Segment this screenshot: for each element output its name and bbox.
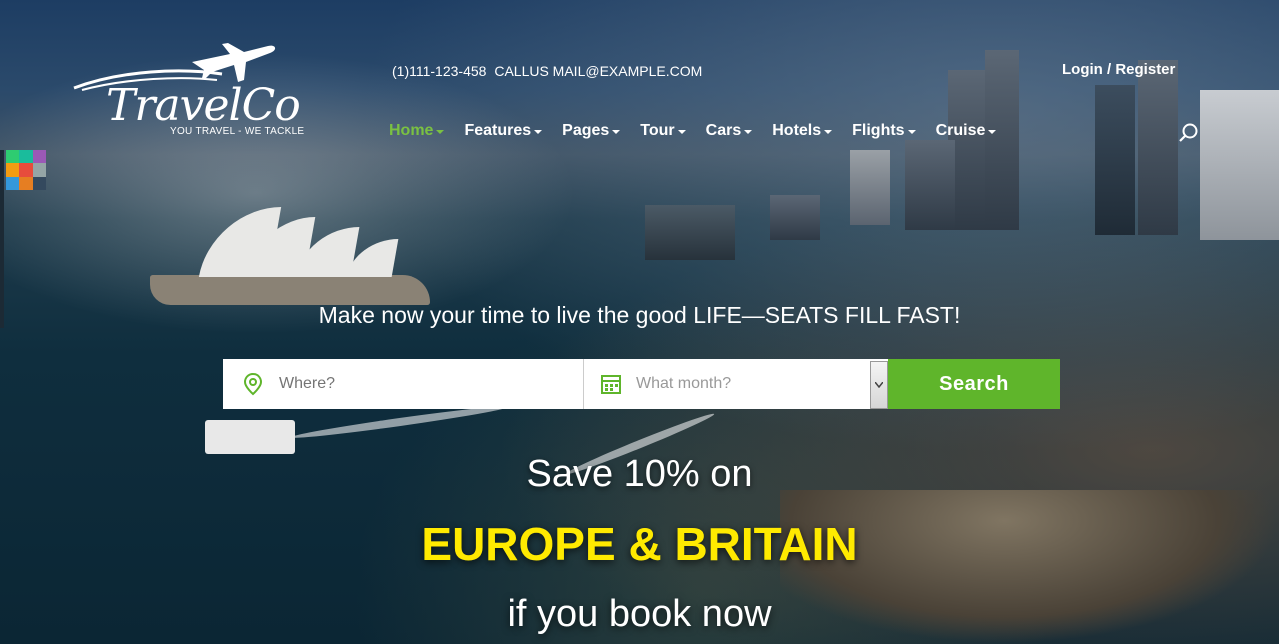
opera-house — [150, 195, 430, 305]
email-text[interactable]: CALLUS MAIL@EXAMPLE.COM — [494, 63, 702, 79]
promo-line-3: if you book now — [507, 593, 772, 635]
chevron-down-icon — [988, 130, 997, 134]
building — [985, 50, 1019, 230]
month-select-value[interactable]: What month? — [636, 375, 888, 393]
hero-tagline: Make now your time to live the good LIFE… — [318, 302, 961, 328]
month-field[interactable]: What month? — [584, 359, 888, 409]
calendar-icon — [601, 375, 621, 394]
nav-item-cruise[interactable]: Cruise — [936, 122, 997, 140]
chevron-down-icon — [744, 130, 753, 134]
chevron-down-icon — [677, 130, 686, 134]
nav-item-cars[interactable]: Cars — [706, 122, 753, 140]
building — [850, 150, 890, 225]
nav-item-label: Hotels — [772, 122, 822, 139]
building — [905, 140, 955, 230]
map-pin-icon — [243, 372, 263, 396]
chevron-down-icon — [824, 130, 833, 134]
building — [770, 195, 820, 240]
main-nav: Home Features Pages Tour Cars Hotels Fli… — [389, 122, 1016, 140]
building — [1138, 60, 1178, 235]
chevron-down-icon — [534, 130, 543, 134]
search-icon[interactable] — [1178, 122, 1200, 144]
auth-separator: / — [1107, 61, 1112, 78]
nav-item-pages[interactable]: Pages — [562, 122, 621, 140]
login-link[interactable]: Login — [1062, 61, 1103, 78]
chevron-down-icon — [612, 130, 621, 134]
phone-number[interactable]: (1)111-123-458 — [392, 63, 486, 79]
nav-item-label: Flights — [852, 122, 905, 139]
building — [1095, 85, 1135, 235]
nav-item-hotels[interactable]: Hotels — [772, 122, 833, 140]
brand-tagline: YOU TRAVEL - WE TACKLE — [170, 126, 305, 137]
chevron-down-icon — [907, 130, 916, 134]
search-form: What month? Search — [223, 359, 1060, 409]
month-dropdown-toggle[interactable] — [870, 361, 888, 409]
nav-item-label: Home — [389, 122, 434, 139]
brand-logo[interactable]: TravelCo YOU TRAVEL - WE TACKLE — [72, 40, 312, 140]
building — [645, 205, 735, 260]
nav-item-label: Features — [464, 122, 532, 139]
nav-item-flights[interactable]: Flights — [852, 122, 916, 140]
nav-item-label: Cruise — [935, 122, 986, 139]
building — [1200, 90, 1279, 240]
brand-name: TravelCo — [106, 80, 301, 131]
auth-links: Login / Register — [1062, 61, 1175, 78]
nav-item-features[interactable]: Features — [464, 122, 543, 140]
nav-item-label: Pages — [562, 122, 610, 139]
nav-item-label: Cars — [705, 122, 742, 139]
color-switcher[interactable] — [6, 150, 46, 190]
search-button[interactable]: Search — [888, 359, 1060, 409]
chevron-down-icon — [436, 130, 445, 134]
where-input[interactable] — [277, 374, 488, 394]
contact-info: (1)111-123-458 CALLUS MAIL@EXAMPLE.COM — [392, 63, 706, 79]
where-field[interactable] — [223, 359, 584, 409]
promo-line-2: EUROPE & BRITAIN — [421, 518, 858, 570]
nav-item-home[interactable]: Home — [389, 122, 445, 140]
nav-item-label: Tour — [640, 122, 675, 139]
ferry — [205, 420, 295, 454]
promo-line-1: Save 10% on — [526, 453, 753, 495]
nav-item-tour[interactable]: Tour — [640, 122, 686, 140]
register-link[interactable]: Register — [1115, 61, 1175, 78]
chevron-down-icon — [875, 382, 883, 388]
